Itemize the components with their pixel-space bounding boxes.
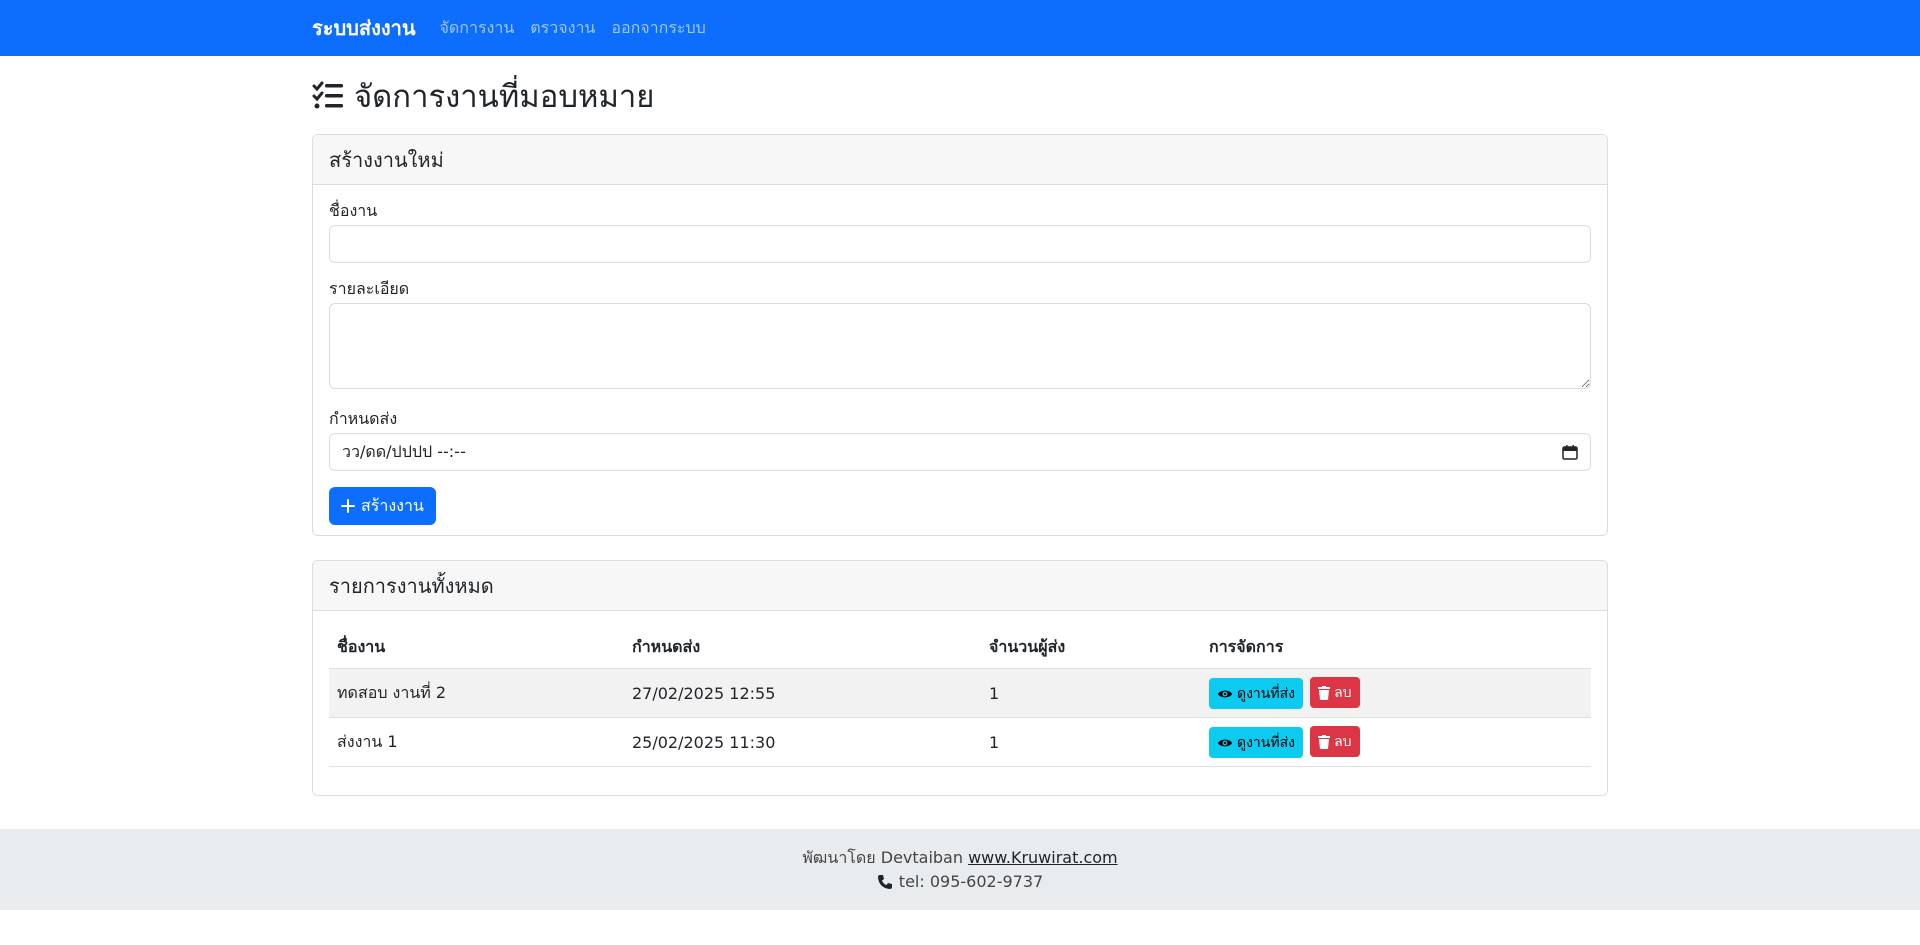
page-title: จัดการงานที่มอบหมาย bbox=[312, 74, 1608, 118]
task-list-header: รายการงานทั้งหมด bbox=[313, 561, 1607, 611]
footer-site-link[interactable]: www.Kruwirat.com bbox=[968, 848, 1118, 867]
row-task-name: ทดสอบ งานที่ 2 bbox=[329, 668, 624, 718]
due-date-placeholder: วว/ดด/ปปปป --:-- bbox=[342, 441, 466, 461]
phone-icon bbox=[877, 874, 892, 889]
eye-icon bbox=[1218, 690, 1232, 697]
view-submissions-label: ดูงานที่ส่ง bbox=[1237, 685, 1295, 702]
delete-task-button[interactable]: ลบ bbox=[1310, 677, 1360, 708]
view-submissions-button[interactable]: ดูงานที่ส่ง bbox=[1209, 678, 1303, 709]
view-submissions-button[interactable]: ดูงานที่ส่ง bbox=[1209, 727, 1303, 758]
page-title-text: จัดการงานที่มอบหมาย bbox=[354, 79, 655, 115]
due-date-label: กำหนดส่ง bbox=[329, 409, 398, 428]
footer-credit: พัฒนาโดย Devtaiban www.Kruwirat.com bbox=[802, 846, 1117, 870]
task-detail-textarea[interactable] bbox=[329, 303, 1591, 389]
task-name-label: ชื่องาน bbox=[329, 201, 378, 220]
col-due-date: กำหนดส่ง bbox=[624, 627, 981, 669]
task-table: ชื่องาน กำหนดส่ง จำนวนผู้ส่ง การจัดการ ท… bbox=[329, 627, 1591, 767]
page-footer: พัฒนาโดย Devtaiban www.Kruwirat.com tel:… bbox=[0, 829, 1920, 910]
trash-icon bbox=[1318, 734, 1331, 749]
due-date-input[interactable]: วว/ดด/ปปปป --:-- bbox=[329, 433, 1591, 471]
table-row: ทดสอบ งานที่ 2 27/02/2025 12:55 1 ดูงานท… bbox=[329, 668, 1591, 718]
nav-link-review[interactable]: ตรวจงาน bbox=[530, 16, 595, 41]
table-row: ส่งงาน 1 25/02/2025 11:30 1 ดูงานที่ส่ง … bbox=[329, 717, 1591, 767]
list-check-icon bbox=[312, 81, 343, 109]
row-task-name: ส่งงาน 1 bbox=[329, 717, 624, 767]
nav-link-logout[interactable]: ออกจากระบบ bbox=[611, 16, 705, 41]
main-container: จัดการงานที่มอบหมาย สร้างงานใหม่ ชื่องาน… bbox=[312, 74, 1608, 796]
view-submissions-label: ดูงานที่ส่ง bbox=[1237, 734, 1295, 751]
delete-task-label: ลบ bbox=[1334, 733, 1352, 750]
delete-task-button[interactable]: ลบ bbox=[1310, 726, 1360, 757]
task-detail-label: รายละเอียด bbox=[329, 279, 410, 298]
delete-task-label: ลบ bbox=[1334, 684, 1352, 701]
footer-credit-text: พัฒนาโดย Devtaiban bbox=[802, 847, 963, 867]
col-task-name: ชื่องาน bbox=[329, 627, 624, 669]
row-due-date: 25/02/2025 11:30 bbox=[624, 717, 981, 767]
col-submit-count: จำนวนผู้ส่ง bbox=[981, 627, 1201, 669]
row-submit-count: 1 bbox=[981, 668, 1201, 718]
plus-icon bbox=[341, 499, 355, 513]
create-task-header: สร้างงานใหม่ bbox=[313, 135, 1607, 185]
eye-icon bbox=[1218, 739, 1232, 746]
footer-phone-row: tel: 095-602-9737 bbox=[877, 870, 1043, 894]
row-actions: ดูงานที่ส่ง ลบ bbox=[1201, 668, 1591, 718]
footer-phone-text: tel: 095-602-9737 bbox=[898, 871, 1044, 891]
calendar-icon[interactable] bbox=[1562, 444, 1578, 460]
task-list-card: รายการงานทั้งหมด ชื่องาน กำหนดส่ง จำนวนผ… bbox=[312, 560, 1608, 796]
trash-icon bbox=[1318, 685, 1331, 700]
create-task-button[interactable]: สร้างงาน bbox=[329, 487, 436, 525]
nav-link-manage[interactable]: จัดการงาน bbox=[440, 16, 515, 41]
navbar-brand[interactable]: ระบบส่งงาน bbox=[312, 12, 416, 44]
row-due-date: 27/02/2025 12:55 bbox=[624, 668, 981, 718]
row-actions: ดูงานที่ส่ง ลบ bbox=[1201, 717, 1591, 767]
create-task-button-label: สร้างงาน bbox=[361, 495, 424, 515]
col-actions: การจัดการ bbox=[1201, 627, 1591, 669]
create-task-card: สร้างงานใหม่ ชื่องาน รายละเอียด กำหนดส่ง… bbox=[312, 134, 1608, 536]
task-name-input[interactable] bbox=[329, 225, 1591, 263]
row-submit-count: 1 bbox=[981, 717, 1201, 767]
top-navbar: ระบบส่งงาน จัดการงาน ตรวจงาน ออกจากระบบ bbox=[0, 0, 1920, 56]
